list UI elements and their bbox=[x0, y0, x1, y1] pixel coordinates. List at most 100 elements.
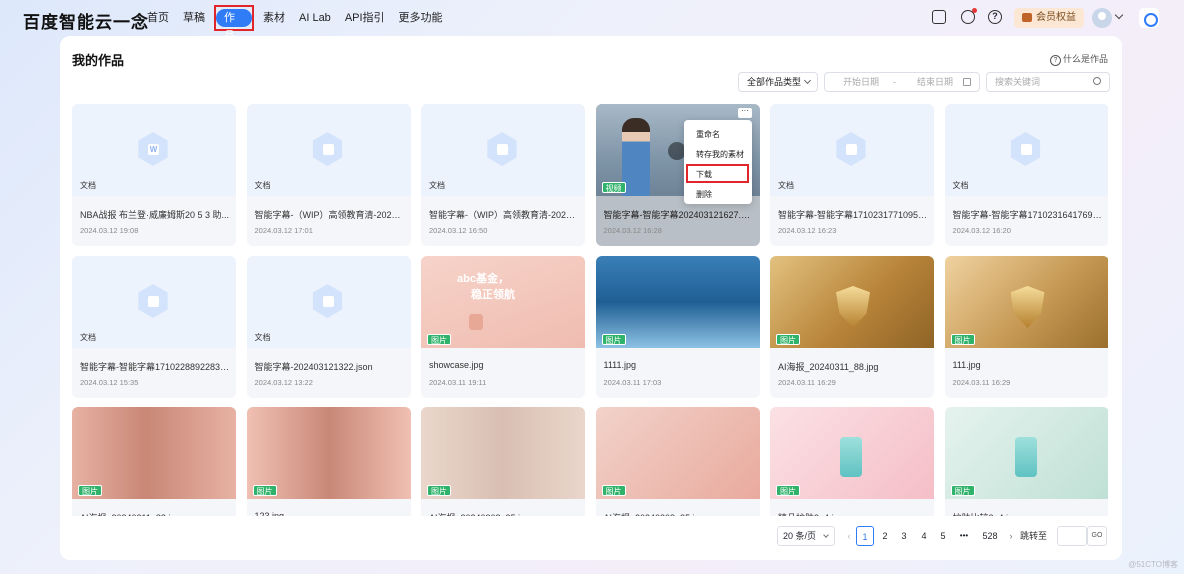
type-tag: 文档 bbox=[254, 181, 271, 190]
work-card[interactable]: 图片 AI海报_20240311_88.jpg 2024.03.11 16:29 bbox=[770, 256, 934, 398]
start-date-input[interactable]: 开始日期 bbox=[843, 73, 879, 91]
card-name: 1111.jpg bbox=[603, 360, 637, 370]
trophy-shield bbox=[836, 286, 870, 328]
card-thumbnail[interactable]: 图片 bbox=[944, 407, 1108, 499]
more-icon[interactable]: ··· bbox=[738, 107, 752, 118]
document-glyph bbox=[1020, 144, 1032, 155]
chevron-down-icon bbox=[803, 76, 812, 85]
card-date: 2024.03.12 16:23 bbox=[778, 226, 837, 235]
card-thumbnail[interactable]: 文档 bbox=[944, 104, 1108, 196]
work-card[interactable]: W 文档 NBA战报 布兰登·威廉姆斯20 5 3 助... 2024.03.12 1… bbox=[72, 104, 236, 246]
work-card[interactable]: 文档 智能字幕-（WIP）高领教育清-20240... 2024.03.12 17:… bbox=[246, 104, 411, 246]
page-2[interactable]: 2 bbox=[876, 526, 894, 546]
type-tag: 图片 bbox=[601, 485, 626, 496]
end-date-input[interactable]: 结束日期 bbox=[917, 73, 953, 91]
type-tag: 图片 bbox=[950, 334, 975, 345]
card-name: 智能字幕-智能字幕202403121627.mp4 bbox=[603, 210, 754, 220]
card-date: 2024.03.11 16:29 bbox=[778, 378, 836, 387]
document-glyph bbox=[497, 144, 508, 155]
page-5[interactable]: 5 bbox=[934, 526, 952, 546]
type-tag: 图片 bbox=[427, 485, 451, 496]
search-input[interactable]: 搜索关键词 bbox=[986, 72, 1110, 92]
vip-button[interactable]: 会员权益 bbox=[1014, 8, 1084, 28]
document-glyph bbox=[148, 296, 159, 307]
work-card[interactable]: 图片 AI海报_20240311_88.jpg bbox=[72, 407, 236, 516]
menu-save-material[interactable]: 转存我的素材 bbox=[696, 149, 744, 160]
nav-materials[interactable]: 素材 bbox=[256, 7, 292, 29]
trophy-shield bbox=[1010, 286, 1045, 328]
type-filter-select[interactable]: 全部作品类型 bbox=[738, 72, 818, 92]
card-thumbnail[interactable]: 图片 bbox=[595, 407, 760, 499]
app-logo[interactable]: 百度智能云一念 bbox=[23, 8, 149, 33]
jump-page-input[interactable] bbox=[1057, 526, 1087, 546]
nav-home[interactable]: 首页 bbox=[140, 7, 176, 29]
work-card[interactable]: 图片 111.jpg 2024.03.11 16:29 bbox=[944, 256, 1108, 398]
work-card[interactable]: 图片精品护肤2_4.jpg bbox=[770, 407, 934, 516]
work-card[interactable]: 文档 智能字幕-智能字幕1710228892283.js... 2024.03.12… bbox=[72, 256, 236, 398]
chevron-down-icon[interactable] bbox=[1114, 10, 1124, 20]
card-thumbnail[interactable]: 图片 bbox=[944, 256, 1108, 348]
avatar[interactable] bbox=[1092, 8, 1112, 28]
menu-rename[interactable]: 重命名 bbox=[696, 129, 720, 140]
app-switch-icon[interactable] bbox=[1139, 8, 1159, 28]
card-name: 111.jpg bbox=[952, 360, 981, 370]
nav-works[interactable]: 作品 bbox=[216, 9, 252, 42]
play-icon[interactable] bbox=[667, 142, 686, 160]
go-button[interactable]: GO bbox=[1087, 526, 1107, 546]
message-icon[interactable] bbox=[932, 10, 946, 24]
page-last[interactable]: 528 bbox=[978, 526, 1002, 546]
presenter-figure bbox=[621, 118, 650, 196]
card-thumbnail[interactable]: 文档 bbox=[246, 104, 411, 196]
page-size-select[interactable]: 20 条/页 bbox=[777, 526, 835, 546]
card-thumbnail[interactable]: 文档 bbox=[421, 104, 585, 196]
notification-icon[interactable] bbox=[961, 8, 977, 24]
card-date: 2024.03.12 19:08 bbox=[80, 226, 139, 235]
work-card[interactable]: 文档 智能字幕-（WIP）高领教育清-20240... 2024.03.12 16:… bbox=[421, 104, 585, 246]
help-icon[interactable]: ? bbox=[988, 10, 1002, 24]
card-thumbnail[interactable]: 图片 bbox=[595, 256, 760, 348]
card-date: 2024.03.12 17:01 bbox=[254, 226, 313, 235]
search-icon[interactable] bbox=[1093, 77, 1101, 85]
what-is-works-link[interactable]: 什么是作品 bbox=[1050, 52, 1108, 66]
type-tag: 图片 bbox=[427, 334, 451, 345]
card-name: NBA战报 布兰登·威廉姆斯20 5 3 助... bbox=[80, 210, 230, 220]
nav-api[interactable]: API指引 bbox=[338, 7, 392, 29]
nav-more[interactable]: 更多功能 bbox=[392, 7, 450, 29]
work-card[interactable]: 文档 智能字幕-202403121322.json 2024.03.12 13:22 bbox=[246, 256, 411, 398]
work-card[interactable]: 图片 123.jpg bbox=[246, 407, 411, 516]
showcase-text-2: 稳正领航 bbox=[471, 289, 515, 301]
work-card[interactable]: 文档 智能字幕-智能字幕1710231771095.js... 2024.03.12… bbox=[770, 104, 934, 246]
card-thumbnail[interactable]: 图片 bbox=[246, 407, 411, 499]
work-card[interactable]: 图片护肤比较2_4.jpg bbox=[944, 407, 1108, 516]
menu-delete[interactable]: 删除 bbox=[696, 189, 712, 200]
type-tag: 文档 bbox=[80, 181, 96, 190]
card-thumbnail[interactable]: 图片 bbox=[770, 407, 934, 499]
card-thumbnail[interactable]: 文档 bbox=[770, 104, 934, 196]
card-thumbnail[interactable]: 图片 bbox=[421, 407, 585, 499]
next-page-icon[interactable]: › bbox=[1002, 526, 1020, 546]
work-card[interactable]: 文档 智能字幕-智能字幕1710231641769.js... 2024.03.12… bbox=[944, 104, 1108, 246]
nav-drafts[interactable]: 草稿 bbox=[176, 7, 212, 29]
card-thumbnail[interactable]: 文档 bbox=[72, 256, 236, 348]
card-thumbnail[interactable]: 图片 bbox=[72, 407, 236, 499]
card-thumbnail[interactable]: 图片 bbox=[770, 256, 934, 348]
card-thumbnail[interactable]: abc基金， 稳正领航 图片 bbox=[421, 256, 585, 348]
card-name: AI海报_20240308_35.jpg bbox=[604, 511, 754, 516]
card-date: 2024.03.12 16:20 bbox=[952, 226, 1011, 235]
card-thumbnail[interactable]: W 文档 bbox=[72, 104, 236, 196]
date-range-picker[interactable]: 开始日期 - 结束日期 bbox=[824, 72, 980, 92]
search-placeholder: 搜索关键词 bbox=[995, 77, 1041, 87]
page-4[interactable]: 4 bbox=[915, 526, 933, 546]
card-date: 2024.03.12 16:50 bbox=[429, 226, 488, 235]
type-tag: 文档 bbox=[429, 181, 445, 190]
work-card[interactable]: 图片 1111.jpg 2024.03.11 17:03 bbox=[595, 256, 760, 398]
card-date: 2024.03.12 13:22 bbox=[254, 378, 313, 387]
page-1[interactable]: 1 bbox=[856, 526, 874, 546]
work-card[interactable]: 图片 AI海报_20240308_35.jpg bbox=[595, 407, 760, 516]
nav-ailab[interactable]: AI Lab bbox=[292, 7, 338, 29]
work-card[interactable]: abc基金， 稳正领航 图片 showcase.jpg 2024.03.11 19:11 bbox=[421, 256, 585, 398]
work-card[interactable]: 图片 AI海报_20240308_35.jpg bbox=[421, 407, 585, 516]
page-3[interactable]: 3 bbox=[895, 526, 913, 546]
card-thumbnail[interactable]: 文档 bbox=[246, 256, 411, 348]
page-ellipsis[interactable]: ••• bbox=[955, 526, 973, 546]
